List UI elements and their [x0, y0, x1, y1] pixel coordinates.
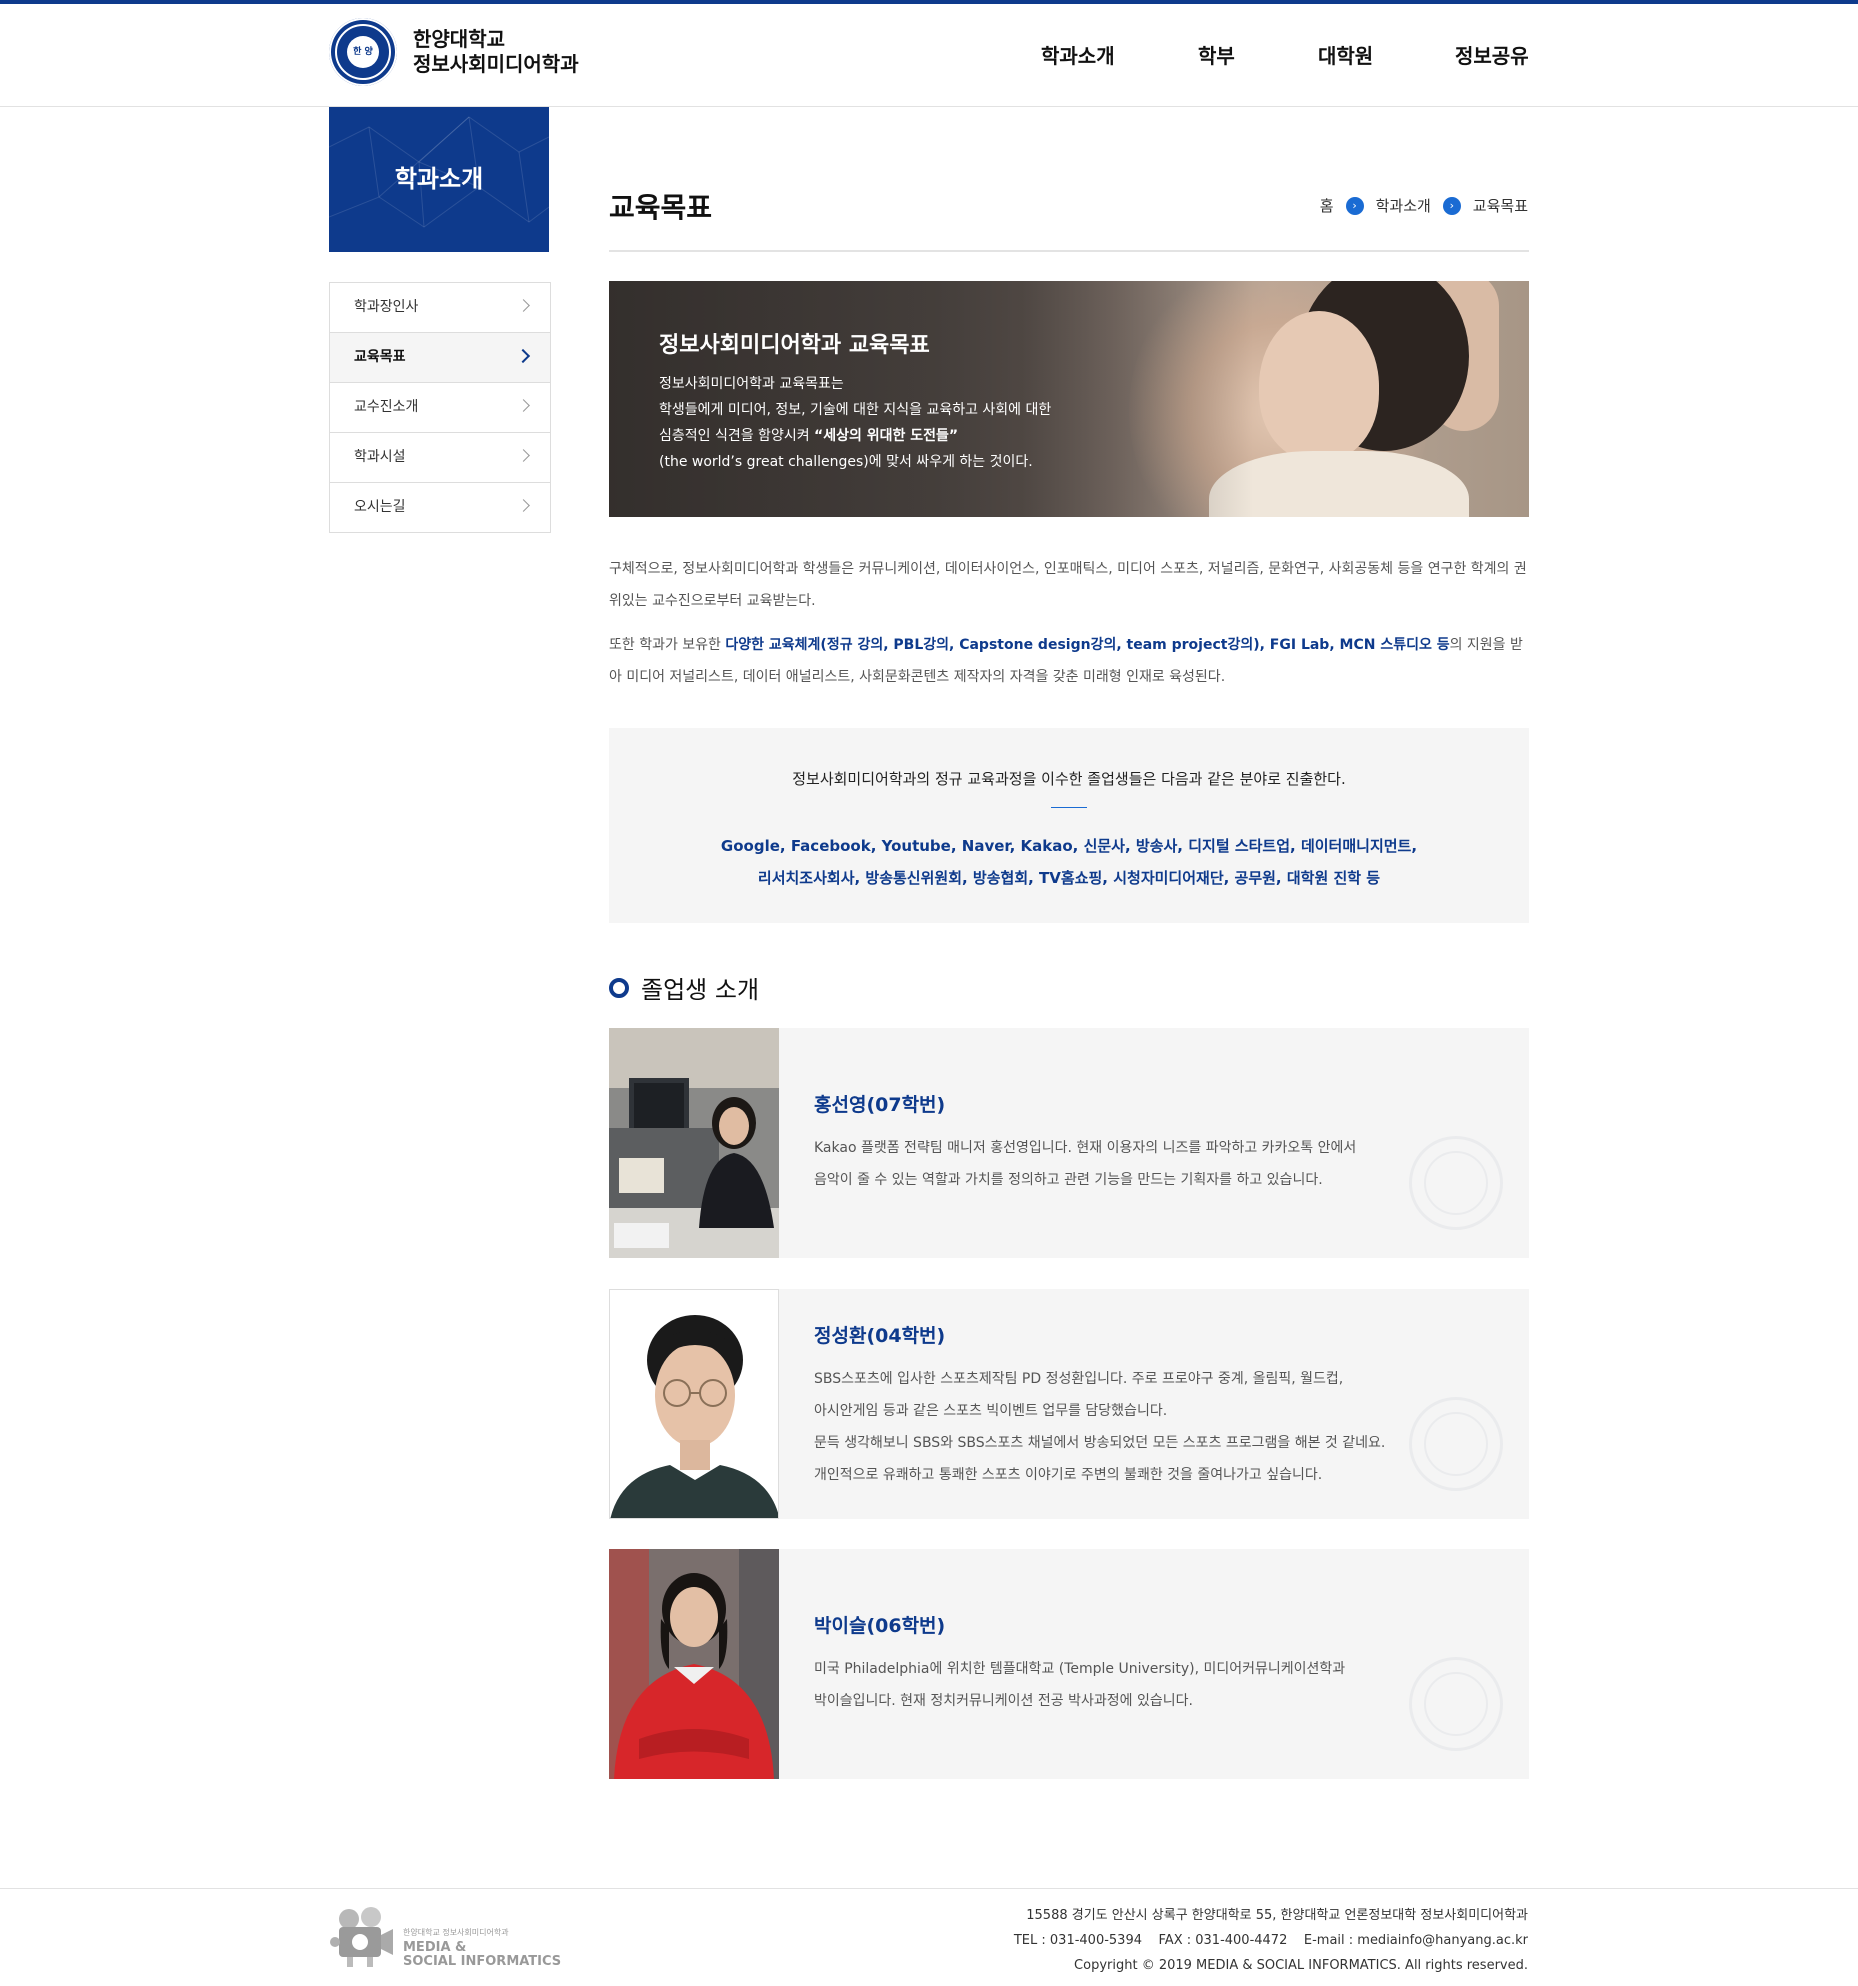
intro-paragraph-1: 구체적으로, 정보사회미디어학과 학생들은 커뮤니케이션, 데이터사이언스, 인… — [609, 561, 1527, 609]
watermark-seal-icon — [1409, 1136, 1503, 1230]
nav-graduate[interactable]: 대학원 — [1318, 40, 1373, 69]
banner-text: 정보사회미디어학과 교육목표는 학생들에게 미디어, 정보, 기술에 대한 지식… — [659, 376, 1052, 470]
footer-logo: 한양대학교 정보사회미디어학과 MEDIA & SOCIAL INFORMATI… — [329, 1905, 561, 1969]
breadcrumb-current: 교육목표 — [1472, 197, 1528, 215]
page-title: 교육목표 — [609, 191, 713, 224]
sidebar-item-label: 학과시설 — [354, 449, 406, 465]
sidebar-title: 학과소개 — [329, 107, 549, 252]
alumni-section-title: 졸업생 소개 — [609, 970, 759, 1005]
university-seal-icon: 한 양 — [329, 18, 397, 86]
chevron-right-icon — [517, 299, 530, 312]
footer-address: 15588 경기도 안산시 상록구 한양대학로 55, 한양대학교 언론정보대학… — [1026, 1908, 1528, 1923]
title-divider — [609, 250, 1529, 252]
breadcrumb: 홈 › 학과소개 › 교육목표 — [1320, 195, 1528, 216]
logo-department-name: 정보사회미디어학과 — [413, 52, 579, 76]
chevron-right-icon: › — [1345, 196, 1364, 215]
career-paths-list: Google, Facebook, Youtube, Naver, Kakao,… — [720, 837, 1418, 887]
alumni-name: 박이슬(06학번) — [814, 1615, 946, 1637]
sidebar-item-label: 학과장인사 — [354, 299, 419, 315]
chevron-right-icon — [517, 449, 530, 462]
banner-title: 정보사회미디어학과 교육목표 — [659, 333, 930, 358]
alumni-description: SBS스포츠에 입사한 스포츠제작팀 PD 정성환입니다. 주로 프로야구 중계… — [814, 1371, 1386, 1483]
alumni-card: 정성환(04학번) SBS스포츠에 입사한 스포츠제작팀 PD 정성환입니다. … — [609, 1289, 1529, 1519]
logo-university-name: 한양대학교 — [413, 27, 505, 51]
alumni-card: 박이슬(06학번) 미국 Philadelphia에 위치한 템플대학교 (Te… — [609, 1549, 1529, 1779]
chevron-right-icon — [517, 399, 530, 412]
footer-contact: TEL : 031-400-5394 FAX : 031-400-4472 E-… — [1013, 1933, 1528, 1948]
sidebar-item-faculty[interactable]: 교수진소개 — [330, 383, 550, 433]
footer-logo-line2: SOCIAL INFORMATICS — [403, 1954, 562, 1969]
career-paths-title: 정보사회미디어학과의 정규 교육과정을 이수한 졸업생들은 다음과 같은 분야로… — [792, 770, 1346, 788]
sidebar-item-label: 교수진소개 — [354, 399, 419, 415]
watermark-seal-icon — [1409, 1657, 1503, 1751]
nav-about[interactable]: 학과소개 — [1041, 40, 1115, 69]
site-header: 한 양 한양대학교 정보사회미디어학과 학과소개 학부 대학원 정보공유 — [0, 4, 1858, 107]
chevron-right-icon: › — [1442, 196, 1461, 215]
media-camera-logo-icon — [330, 1907, 393, 1967]
breadcrumb-about[interactable]: 학과소개 — [1376, 195, 1431, 216]
site-logo[interactable]: 한 양 한양대학교 정보사회미디어학과 — [329, 18, 579, 86]
alumni-card: 홍선영(07학번) Kakao 플랫폼 전략팀 매니저 홍선영입니다. 현재 이… — [609, 1028, 1529, 1258]
goals-banner: 정보사회미디어학과 교육목표 정보사회미디어학과 교육목표는 학생들에게 미디어… — [609, 281, 1529, 517]
alumni-description: 미국 Philadelphia에 위치한 템플대학교 (Temple Unive… — [814, 1661, 1346, 1709]
sidebar-menu: 학과장인사 교육목표 교수진소개 학과시설 오시는길 — [329, 282, 551, 533]
sidebar-item-directions[interactable]: 오시는길 — [330, 483, 550, 532]
circle-icon — [609, 977, 629, 998]
chevron-right-icon — [515, 348, 531, 364]
nav-undergraduate[interactable]: 학부 — [1198, 40, 1235, 69]
footer-copyright: Copyright © 2019 MEDIA & SOCIAL INFORMAT… — [1074, 1958, 1528, 1973]
sidebar-item-facilities[interactable]: 학과시설 — [330, 433, 550, 483]
career-paths-box: 정보사회미디어학과의 정규 교육과정을 이수한 졸업생들은 다음과 같은 분야로… — [609, 728, 1529, 923]
nav-info-share[interactable]: 정보공유 — [1455, 40, 1529, 69]
alumni-name: 정성환(04학번) — [814, 1325, 946, 1347]
divider — [1051, 807, 1087, 808]
sidebar-item-greeting[interactable]: 학과장인사 — [330, 283, 550, 333]
breadcrumb-home[interactable]: 홈 — [1320, 195, 1334, 216]
alumni-photo — [609, 1549, 779, 1779]
intro-paragraph-2: 또한 학과가 보유한 다양한 교육체계(정규 강의, PBL강의, Capsto… — [609, 637, 1523, 685]
sidebar-item-education-goals[interactable]: 교육목표 — [330, 333, 550, 383]
sidebar-item-label: 교육목표 — [354, 349, 406, 365]
alumni-photo — [609, 1289, 779, 1519]
watermark-seal-icon — [1409, 1397, 1503, 1491]
alumni-name: 홍선영(07학번) — [814, 1094, 946, 1116]
site-footer: 한양대학교 정보사회미디어학과 MEDIA & SOCIAL INFORMATI… — [0, 1888, 1858, 1986]
footer-logo-subtitle: 한양대학교 정보사회미디어학과 — [403, 1928, 509, 1937]
sidebar-item-label: 오시는길 — [354, 499, 406, 515]
alumni-description: Kakao 플랫폼 전략팀 매니저 홍선영입니다. 현재 이용자의 니즈를 파악… — [814, 1140, 1357, 1188]
footer-info: 15588 경기도 안산시 상록구 한양대학로 55, 한양대학교 언론정보대학… — [1014, 1903, 1528, 1978]
footer-logo-line1: MEDIA & — [403, 1940, 467, 1955]
chevron-right-icon — [517, 499, 530, 512]
alumni-photo — [609, 1028, 779, 1258]
